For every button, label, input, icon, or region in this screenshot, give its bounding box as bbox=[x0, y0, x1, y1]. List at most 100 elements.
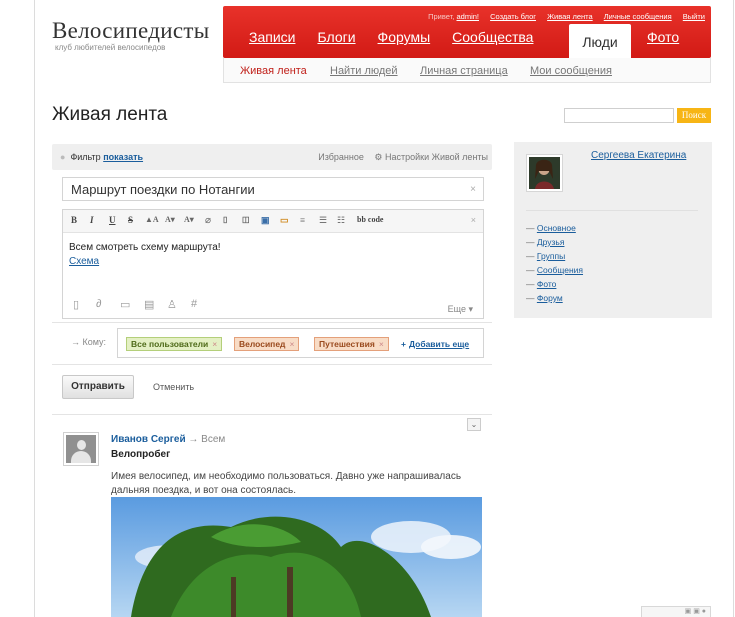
collapse-chevron-icon[interactable]: ⌄ bbox=[467, 418, 481, 431]
arrow-right-icon: → bbox=[188, 434, 199, 445]
favorites-link[interactable]: Избранное bbox=[318, 152, 364, 162]
nav-item-photo[interactable]: Фото bbox=[647, 29, 679, 45]
bbcode-button[interactable]: bb code bbox=[357, 215, 383, 224]
cancel-button[interactable]: Отменить bbox=[153, 382, 194, 392]
subnav-item-my-messages[interactable]: Мои сообщения bbox=[530, 65, 612, 77]
post-body-text: Всем смотреть схему маршрута! bbox=[69, 242, 221, 253]
subnav-item-personal-page[interactable]: Личная страница bbox=[420, 65, 508, 77]
remove-tag-icon[interactable]: × bbox=[379, 339, 384, 349]
subnav-item-live-feed[interactable]: Живая лента bbox=[240, 65, 307, 77]
greeting: Привет, admin! bbox=[428, 12, 479, 21]
gear-icon: ⚙ bbox=[374, 152, 383, 162]
remove-tag-icon[interactable]: × bbox=[212, 339, 217, 349]
filter-bar: ● Фильтр показать Избранное ⚙ Настройки Ж… bbox=[52, 144, 492, 170]
code-icon[interactable]: ◫ bbox=[242, 215, 250, 224]
user-mention-icon[interactable]: ♙ bbox=[167, 298, 177, 311]
divider bbox=[52, 414, 492, 415]
send-button[interactable]: Отправить bbox=[62, 375, 134, 399]
post-title-field[interactable]: Маршрут поездки по Нотангии × bbox=[62, 177, 484, 201]
settings-link[interactable]: ⚙ Настройки Живой ленты bbox=[374, 152, 488, 162]
nav-item-blogs[interactable]: Блоги bbox=[317, 29, 355, 45]
to-label: → Кому: bbox=[71, 337, 107, 347]
recipient-tag-travel[interactable]: Путешествия × bbox=[314, 337, 389, 351]
recipient-tag-bicycle[interactable]: Велосипед × bbox=[234, 337, 300, 351]
nav-item-posts[interactable]: Записи bbox=[249, 29, 295, 45]
close-toolbar-icon[interactable]: × bbox=[471, 215, 476, 225]
page-frame: Велосипедисты клуб любителей велосипедов… bbox=[34, 0, 734, 617]
username-link[interactable]: admin! bbox=[456, 12, 479, 21]
font-size-down-icon[interactable]: A▾ bbox=[184, 215, 194, 224]
file-icon[interactable]: ▯ bbox=[73, 298, 79, 311]
filter-show-link[interactable]: показать bbox=[103, 152, 143, 162]
recipient-tag-all[interactable]: Все пользователи × bbox=[126, 337, 223, 351]
link-icon[interactable]: ⌀ bbox=[205, 215, 211, 226]
author-link[interactable]: Иванов Сергей bbox=[111, 434, 186, 445]
bold-button[interactable]: B bbox=[71, 215, 77, 225]
quote-icon[interactable]: ▯ bbox=[223, 215, 227, 224]
divider bbox=[526, 210, 698, 211]
nav-item-forums[interactable]: Форумы bbox=[378, 29, 431, 45]
profile-menu-item[interactable]: — Сообщения bbox=[526, 263, 583, 277]
post-photo[interactable] bbox=[111, 497, 482, 617]
text-color-icon[interactable]: ▲A bbox=[145, 215, 159, 224]
font-size-up-icon[interactable]: A▾ bbox=[165, 215, 175, 224]
status-widget[interactable]: ▣ ▣ ● bbox=[641, 606, 711, 617]
post-title-value: Маршрут поездки по Нотангии bbox=[71, 182, 255, 197]
numbered-list-icon[interactable]: ☰ bbox=[319, 215, 327, 226]
clear-title-icon[interactable]: × bbox=[470, 184, 476, 195]
profile-name-link[interactable]: Сергеева Екатерина bbox=[591, 150, 686, 161]
divider bbox=[52, 322, 492, 323]
strikethrough-button[interactable]: S bbox=[128, 215, 133, 225]
search-input[interactable] bbox=[564, 108, 674, 123]
plus-icon: + bbox=[401, 339, 406, 349]
bullet-list-icon[interactable]: ☷ bbox=[337, 215, 345, 226]
filter-options: Избранное ⚙ Настройки Живой ленты bbox=[318, 152, 488, 163]
align-icon[interactable]: ≡ bbox=[300, 215, 305, 225]
profile-sidebar: Сергеева Екатерина — Основное — Друзья —… bbox=[514, 142, 712, 318]
post-body-link[interactable]: Схема bbox=[69, 256, 99, 267]
sub-nav: Живая лента Найти людей Личная страница … bbox=[223, 58, 711, 83]
profile-menu-item[interactable]: — Основное bbox=[526, 221, 583, 235]
page-title: Живая лента bbox=[52, 104, 168, 125]
attach-link-icon[interactable]: ∂ bbox=[96, 298, 101, 310]
live-feed-link[interactable]: Живая лента bbox=[547, 12, 593, 21]
hashtag-icon[interactable]: # bbox=[191, 298, 197, 310]
profile-avatar[interactable] bbox=[526, 154, 563, 192]
main-nav: Записи Блоги Форумы Сообщества bbox=[249, 29, 555, 45]
underline-button[interactable]: U bbox=[109, 215, 116, 225]
photo-icon[interactable]: ▭ bbox=[120, 298, 130, 311]
italic-button[interactable]: I bbox=[90, 215, 94, 225]
add-recipient-button[interactable]: + Добавить еще bbox=[401, 339, 469, 349]
profile-menu-item[interactable]: — Фото bbox=[526, 277, 583, 291]
arrow-right-icon: → bbox=[71, 337, 80, 347]
profile-menu: — Основное — Друзья — Группы — Сообщения… bbox=[526, 221, 583, 305]
divider bbox=[52, 364, 492, 365]
avatar[interactable] bbox=[63, 432, 99, 466]
site-logo[interactable]: Велосипедисты bbox=[52, 18, 209, 44]
post-title: Велопробег bbox=[111, 449, 171, 460]
remove-tag-icon[interactable]: × bbox=[289, 339, 294, 349]
document-icon[interactable]: ▤ bbox=[144, 298, 154, 311]
profile-menu-item[interactable]: — Друзья bbox=[526, 235, 583, 249]
filter-label: ● Фильтр показать bbox=[60, 152, 144, 162]
post-author: Иванов Сергей → Всем bbox=[111, 434, 225, 445]
recipients-field[interactable]: Все пользователи × Велосипед × Путешествия… bbox=[117, 328, 484, 358]
post-text: Имея велосипед, им необходимо пользовать… bbox=[111, 471, 462, 496]
video-icon[interactable]: ▭ bbox=[280, 215, 289, 226]
messages-link[interactable]: Личные сообщения bbox=[604, 12, 672, 21]
image-icon[interactable]: ▣ bbox=[261, 215, 270, 226]
nav-item-people[interactable]: Люди bbox=[569, 24, 631, 58]
create-blog-link[interactable]: Создать блог bbox=[490, 12, 536, 21]
post-audience: Всем bbox=[201, 434, 226, 445]
chevron-down-icon: ▾ bbox=[468, 304, 473, 314]
main-nav-bar: Привет, admin! Создать блог Живая лента … bbox=[223, 6, 711, 58]
profile-menu-item[interactable]: — Группы bbox=[526, 249, 583, 263]
post-editor[interactable]: B I U S ▲A A▾ A▾ ⌀ ▯ ◫ ▣ ▭ ≡ ☰ ☷ bb code… bbox=[62, 209, 484, 319]
more-dropdown[interactable]: Еще ▾ bbox=[448, 304, 473, 315]
top-links: Привет, admin! Создать блог Живая лента … bbox=[419, 12, 705, 21]
logout-link[interactable]: Выйти bbox=[683, 12, 705, 21]
nav-item-communities[interactable]: Сообщества bbox=[452, 29, 533, 45]
profile-menu-item[interactable]: — Форум bbox=[526, 291, 583, 305]
search-button[interactable]: Поиск bbox=[677, 108, 711, 123]
subnav-item-find-people[interactable]: Найти людей bbox=[330, 65, 398, 77]
